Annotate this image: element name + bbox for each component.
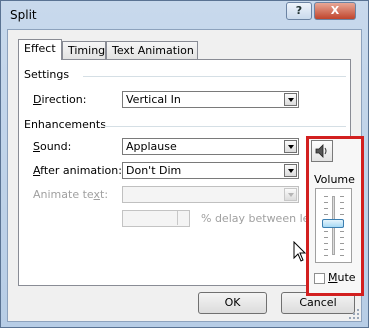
volume-thumb[interactable]: [322, 219, 344, 228]
settings-heading: Settings: [24, 68, 70, 81]
volume-tick: [324, 208, 328, 209]
volume-slider[interactable]: [315, 188, 352, 263]
volume-tick: [340, 202, 344, 203]
animate-text-rest: t:: [100, 188, 109, 201]
tab-text-animation[interactable]: Text Animation: [106, 41, 198, 59]
after-animation-value: Don't Dim: [126, 164, 182, 177]
after-animation-select[interactable]: Don't Dim: [122, 162, 299, 179]
volume-tick: [340, 196, 344, 197]
animate-text-label-start: Animate te: [33, 188, 94, 201]
split-dialog: Split ? X Effect Timing Text Animation S…: [0, 0, 369, 328]
window-title: Split: [10, 8, 37, 22]
tab-timing[interactable]: Timing: [62, 41, 106, 59]
volume-tick: [324, 255, 328, 256]
volume-tick: [324, 237, 328, 238]
direction-select[interactable]: Vertical In: [122, 91, 299, 108]
after-animation-label: After animation:: [33, 164, 122, 177]
sound-label-accel: S: [33, 140, 40, 153]
volume-tick: [324, 243, 328, 244]
direction-value: Vertical In: [126, 93, 181, 106]
title-bar[interactable]: Split ? X: [1, 1, 368, 31]
volume-tick: [340, 249, 344, 250]
direction-label-rest: irection:: [41, 93, 87, 106]
mute-label-rest: ute: [337, 271, 356, 284]
enhancements-divider: [104, 126, 346, 127]
close-icon: X: [330, 4, 340, 17]
volume-tick: [324, 202, 328, 203]
chevron-down-icon[interactable]: [284, 164, 297, 177]
volume-tick: [340, 243, 344, 244]
volume-tick: [340, 208, 344, 209]
animate-text-label: Animate text:: [33, 188, 108, 201]
settings-divider: [83, 76, 346, 77]
resize-grip-icon[interactable]: [349, 309, 359, 319]
ok-button[interactable]: OK: [198, 292, 267, 314]
sound-value: Applause: [126, 140, 177, 153]
chevron-down-icon[interactable]: [284, 140, 297, 153]
volume-tick: [324, 214, 328, 215]
mute-label-accel: M: [328, 271, 338, 284]
volume-tick: [340, 237, 344, 238]
close-button[interactable]: X: [314, 2, 356, 20]
speaker-icon: [315, 144, 327, 158]
volume-tick: [340, 231, 344, 232]
chevron-down-icon[interactable]: [284, 93, 297, 106]
volume-label: Volume: [314, 173, 355, 186]
mute-label: Mute: [328, 271, 356, 284]
enhancements-heading: Enhancements: [24, 118, 106, 131]
tab-effect[interactable]: Effect: [18, 39, 62, 60]
volume-tick: [340, 255, 344, 256]
delay-spinner[interactable]: [122, 210, 190, 227]
spin-down-icon[interactable]: [177, 218, 189, 225]
speaker-button[interactable]: [311, 140, 333, 162]
volume-tick: [340, 214, 344, 215]
sound-label: Sound:: [33, 140, 71, 153]
help-button[interactable]: ?: [286, 2, 312, 20]
volume-popup: Volume Mute: [306, 136, 364, 296]
mouse-cursor-icon: [293, 241, 307, 262]
volume-tick: [324, 231, 328, 232]
direction-label: Direction:: [33, 93, 86, 106]
chevron-down-icon[interactable]: [284, 188, 297, 201]
sound-select[interactable]: Applause: [122, 138, 299, 155]
animate-text-select[interactable]: [122, 186, 299, 203]
volume-tick: [324, 196, 328, 197]
volume-tick: [324, 249, 328, 250]
sound-label-rest: ound:: [39, 140, 72, 153]
after-animation-rest: fter animation:: [40, 164, 122, 177]
mute-checkbox[interactable]: [314, 273, 325, 284]
spin-up-icon[interactable]: [177, 211, 189, 218]
